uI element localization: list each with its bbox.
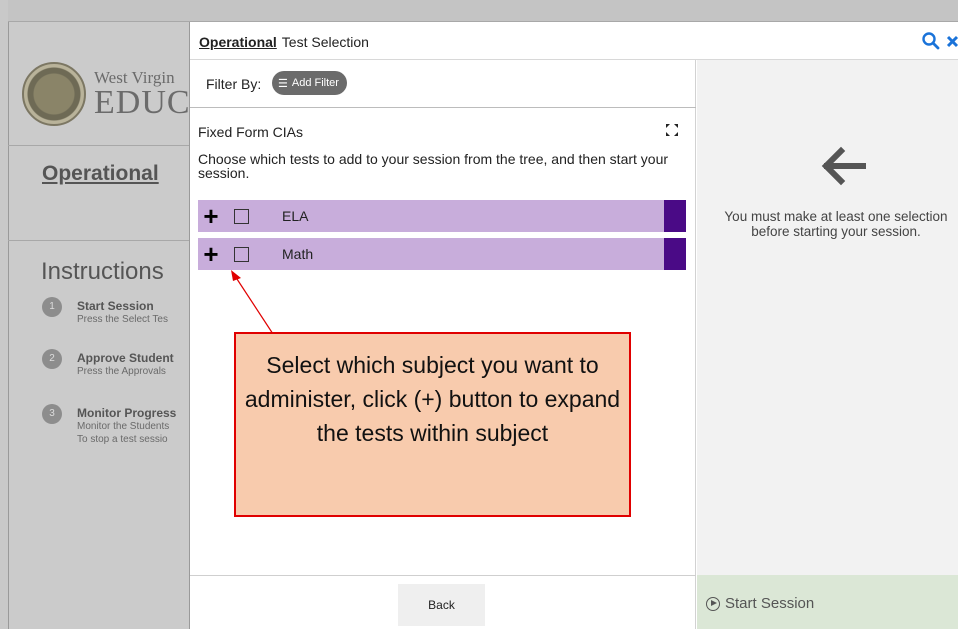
modal-header: Operational Test Selection — [190, 22, 958, 60]
fullscreen-expand-icon[interactable] — [666, 124, 678, 139]
state-seal-logo — [22, 62, 86, 126]
filter-sliders-icon: ☰ — [278, 77, 288, 90]
subject-checkbox[interactable] — [234, 246, 249, 262]
subject-label: Math — [282, 246, 314, 262]
start-session-bar: Start Session — [697, 575, 958, 629]
step-number: 1 — [42, 297, 62, 317]
step-text: Press the Approvals — [77, 366, 166, 377]
subject-endcap — [664, 200, 686, 232]
start-session-button[interactable]: Start Session — [706, 595, 814, 612]
header-icons — [921, 31, 958, 51]
subject-checkbox[interactable] — [234, 208, 249, 224]
arrow-left-icon — [819, 146, 867, 191]
background-topbar — [8, 0, 958, 22]
test-selection-modal: Operational Test Selection Filter By: ☰ A… — [189, 22, 958, 629]
start-session-label: Start Session — [725, 595, 815, 612]
step-text: Monitor the Students — [77, 421, 170, 432]
selection-required-message: You must make at least one selection bef… — [724, 209, 948, 239]
step-title: Monitor Progress — [77, 406, 177, 420]
form-description: Choose which tests to add to your sessio… — [198, 151, 669, 181]
play-circle-icon — [706, 596, 720, 611]
form-title: Fixed Form CIAs — [198, 124, 304, 140]
modal-footer-left: Back — [190, 575, 696, 629]
subject-row-math[interactable]: + Math — [198, 238, 686, 270]
search-icon[interactable] — [921, 31, 941, 51]
modal-title: Operational Test Selection — [199, 34, 369, 50]
annotation-text: Select which subject you want to adminis… — [244, 352, 621, 446]
expand-plus-icon[interactable]: + — [198, 203, 224, 229]
close-icon[interactable] — [945, 31, 958, 51]
modal-title-rest: Test Selection — [281, 34, 369, 50]
filter-label: Filter By: — [206, 76, 262, 92]
instructions-heading: Instructions — [41, 258, 164, 285]
modal-title-strong: Operational — [199, 34, 277, 50]
expand-plus-icon[interactable]: + — [198, 241, 224, 267]
step-number: 3 — [42, 404, 62, 424]
filter-bar: Filter By: ☰ Add Filter — [190, 60, 696, 108]
step-text: To stop a test sessio — [77, 434, 168, 445]
add-filter-button[interactable]: ☰ Add Filter — [272, 71, 347, 95]
step-title: Approve Student — [77, 351, 174, 365]
subject-row-ela[interactable]: + ELA — [198, 200, 686, 232]
subject-endcap — [664, 238, 686, 270]
step-number: 2 — [42, 349, 62, 369]
background-page-title: Operational — [42, 162, 159, 185]
step-text: Press the Select Tes — [77, 314, 168, 325]
back-button[interactable]: Back — [398, 584, 485, 626]
annotation-callout: Select which subject you want to adminis… — [234, 332, 631, 517]
brand-name-line2: EDUC — [94, 84, 191, 121]
selection-summary-pane: You must make at least one selection bef… — [697, 60, 958, 629]
subject-label: ELA — [282, 208, 309, 224]
step-title: Start Session — [77, 299, 154, 313]
add-filter-label: Add Filter — [291, 77, 339, 89]
